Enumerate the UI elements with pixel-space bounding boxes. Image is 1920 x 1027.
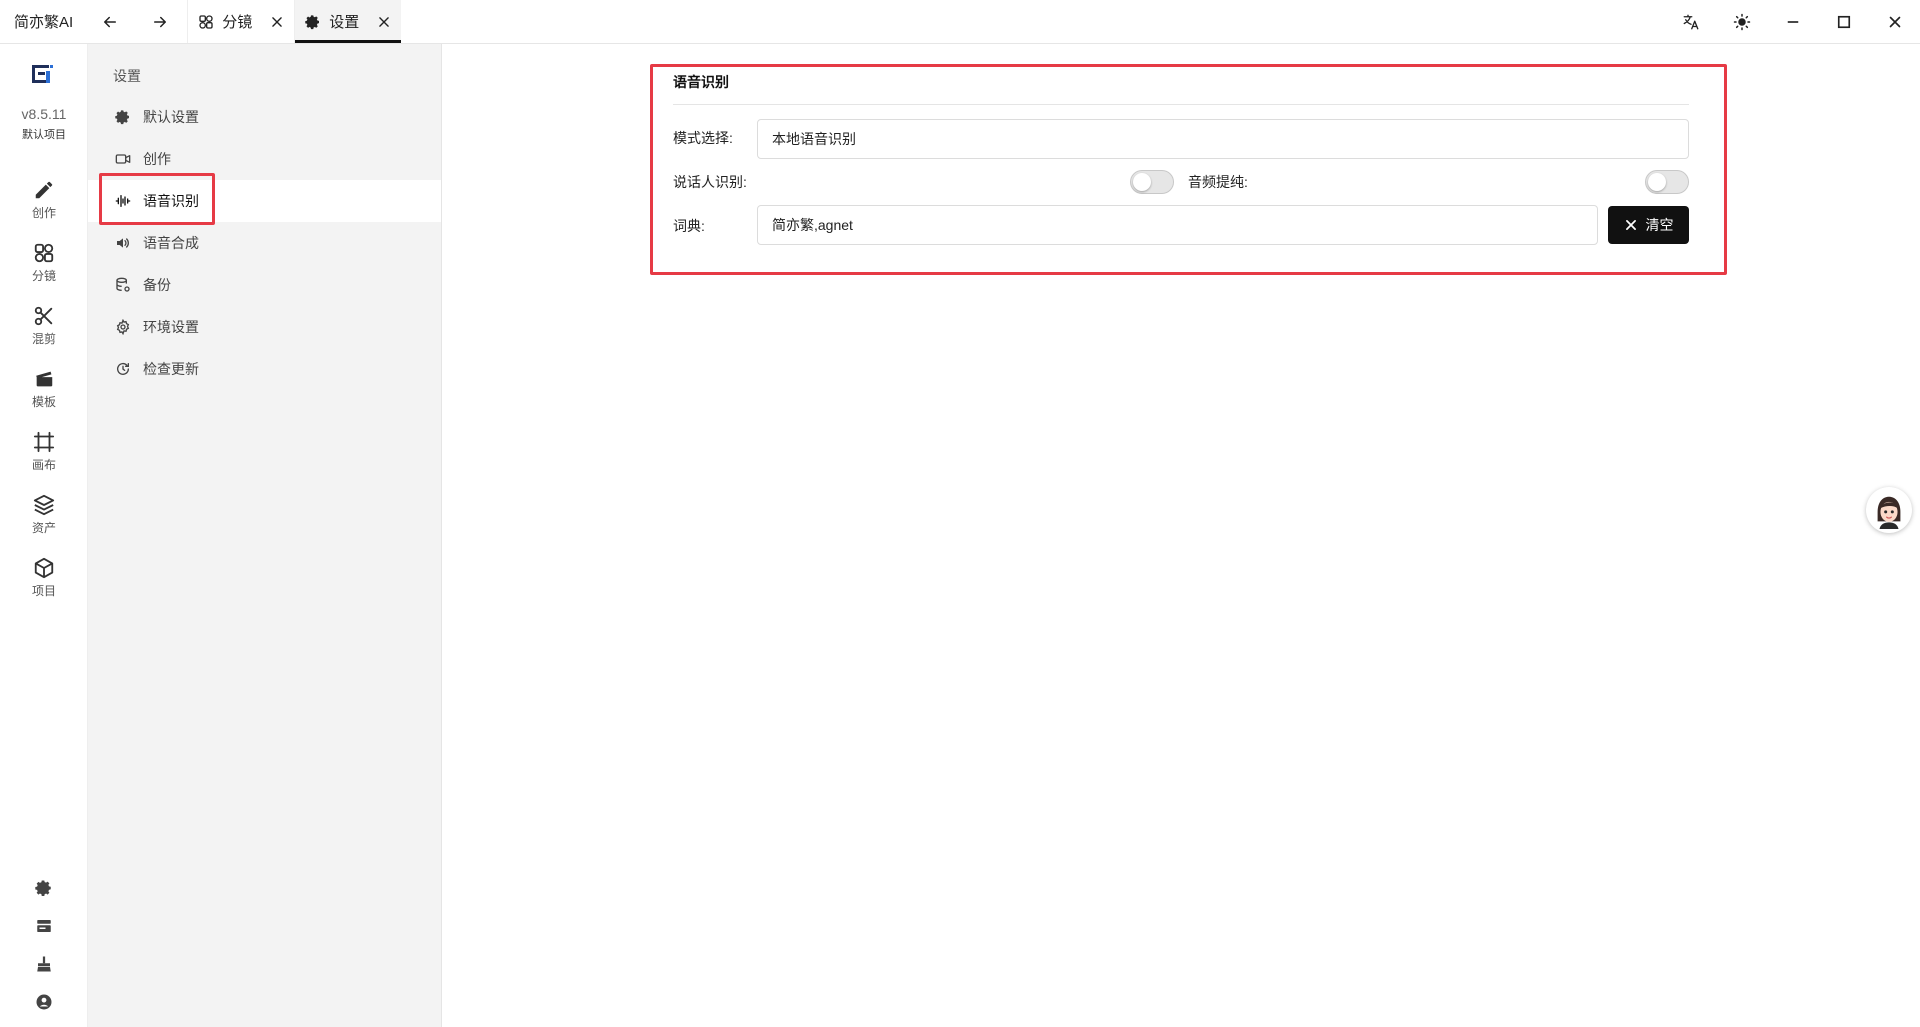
layers-icon (33, 494, 55, 516)
rail-item-label: 项目 (31, 584, 56, 598)
speaker-icon (117, 238, 129, 248)
maximize-button[interactable] (1818, 0, 1869, 43)
user-icon (36, 994, 52, 1010)
maximize-icon (1837, 15, 1850, 28)
gear-outline-icon (116, 319, 130, 335)
rail-item-remix[interactable]: 混剪 (0, 305, 88, 357)
mode-label: 模式选择: (673, 130, 733, 146)
settings-item-create[interactable]: 创作 (88, 138, 441, 180)
forward-button[interactable] (135, 0, 185, 43)
gear-icon (305, 14, 320, 29)
minimize-icon (1787, 20, 1798, 23)
settings-nav: 设置 默认设置 创作 语音识别 语音合成 备份 环境设置 检查更新 (88, 44, 442, 1027)
clear-button[interactable]: 清空 (1608, 206, 1689, 244)
rail-item-storyboard[interactable]: 分镜 (0, 242, 88, 294)
app-logo-icon (32, 65, 53, 83)
settings-nav-title: 设置 (113, 68, 141, 84)
rail-item-label: 混剪 (31, 332, 56, 346)
audio-purify-label: 音频提纯: (1188, 174, 1248, 190)
translate-button[interactable] (1665, 0, 1716, 43)
assistant-avatar-button[interactable] (1866, 487, 1912, 533)
rail-item-template[interactable]: 模板 (0, 368, 88, 420)
toggle-knob (1648, 173, 1666, 191)
clear-button-label: 清空 (1645, 217, 1674, 233)
close-icon[interactable] (270, 15, 284, 29)
settings-item-speech-synthesis[interactable]: 语音合成 (88, 222, 441, 264)
settings-item-label: 创作 (143, 151, 171, 167)
settings-item-backup[interactable]: 备份 (88, 264, 441, 306)
app-title: 简亦繁AI (14, 14, 74, 31)
audio-purify-toggle[interactable] (1645, 170, 1689, 194)
speaker-recognition-toggle[interactable] (1130, 170, 1174, 194)
rail-storage-button[interactable] (0, 912, 88, 940)
rail-settings-button[interactable] (0, 874, 88, 902)
app-version: v8.5.11 (21, 106, 67, 122)
rail-item-label: 资产 (31, 521, 56, 535)
video-icon (115, 154, 131, 164)
rail-item-assets[interactable]: 资产 (0, 494, 88, 546)
settings-item-default[interactable]: 默认设置 (88, 96, 441, 138)
toggle-knob (1133, 173, 1151, 191)
panel-divider (673, 104, 1689, 105)
refresh-icon (117, 362, 129, 375)
waveform-icon (115, 195, 131, 207)
close-icon[interactable] (377, 15, 391, 29)
broom-icon (37, 956, 51, 972)
arrow-right-icon (154, 16, 167, 27)
app-rail: v8.5.11 默认项目 创作 分镜 混剪 模板 画布 资产 项目 (0, 44, 88, 1027)
rail-item-label: 分镜 (31, 269, 56, 283)
title-bar: 简亦繁AI 分镜 设置 (0, 0, 1920, 44)
close-icon (1625, 220, 1636, 230)
rail-item-canvas[interactable]: 画布 (0, 431, 88, 483)
storyboard-icon (34, 243, 54, 263)
dictionary-input[interactable]: 简亦繁,agnet (757, 205, 1598, 245)
theme-toggle-button[interactable] (1716, 0, 1767, 43)
settings-item-environment[interactable]: 环境设置 (88, 306, 441, 348)
sun-icon (1733, 13, 1750, 30)
settings-item-label: 备份 (143, 277, 171, 293)
window-close-button[interactable] (1869, 0, 1920, 43)
storyboard-icon (199, 14, 213, 29)
panel-title: 语音识别 (673, 74, 729, 90)
arrow-left-icon (104, 16, 117, 27)
settings-item-label: 检查更新 (143, 361, 199, 377)
minimize-button[interactable] (1767, 0, 1818, 43)
settings-item-label: 默认设置 (143, 109, 199, 125)
settings-item-label: 语音合成 (143, 235, 199, 251)
tab-label: 设置 (329, 14, 360, 31)
rail-item-project[interactable]: 项目 (0, 557, 88, 609)
rail-item-label: 模板 (31, 395, 56, 409)
settings-item-speech-recognition[interactable]: 语音识别 (88, 180, 441, 222)
rail-item-label: 画布 (31, 458, 56, 472)
settings-item-check-update[interactable]: 检查更新 (88, 348, 441, 390)
rail-item-label: 创作 (31, 206, 56, 220)
gear-icon (115, 110, 129, 125)
translate-icon (1683, 14, 1698, 29)
back-button[interactable] (85, 0, 135, 43)
rail-clean-button[interactable] (0, 950, 88, 978)
rail-account-button[interactable] (0, 988, 88, 1016)
canvas-icon (33, 431, 55, 453)
settings-item-label: 环境设置 (143, 319, 199, 335)
clapper-icon (36, 371, 53, 387)
database-icon (116, 277, 130, 292)
mode-select[interactable]: 本地语音识别 (757, 119, 1689, 159)
gear-icon (35, 880, 51, 896)
scissors-icon (34, 306, 53, 326)
current-project[interactable]: 默认项目 (0, 126, 88, 142)
cube-icon (34, 557, 54, 579)
storage-icon (37, 920, 51, 932)
speaker-recognition-label: 说话人识别: (673, 174, 747, 190)
settings-item-label: 语音识别 (143, 193, 199, 209)
dictionary-label: 词典: (673, 218, 705, 234)
rail-item-create[interactable]: 创作 (0, 179, 88, 231)
tab-label: 分镜 (222, 14, 253, 31)
assistant-avatar-icon (1877, 496, 1901, 529)
tab-settings[interactable]: 设置 (294, 0, 402, 43)
close-icon (1889, 16, 1900, 27)
pencil-icon (35, 181, 53, 199)
tab-storyboard[interactable]: 分镜 (187, 0, 294, 43)
